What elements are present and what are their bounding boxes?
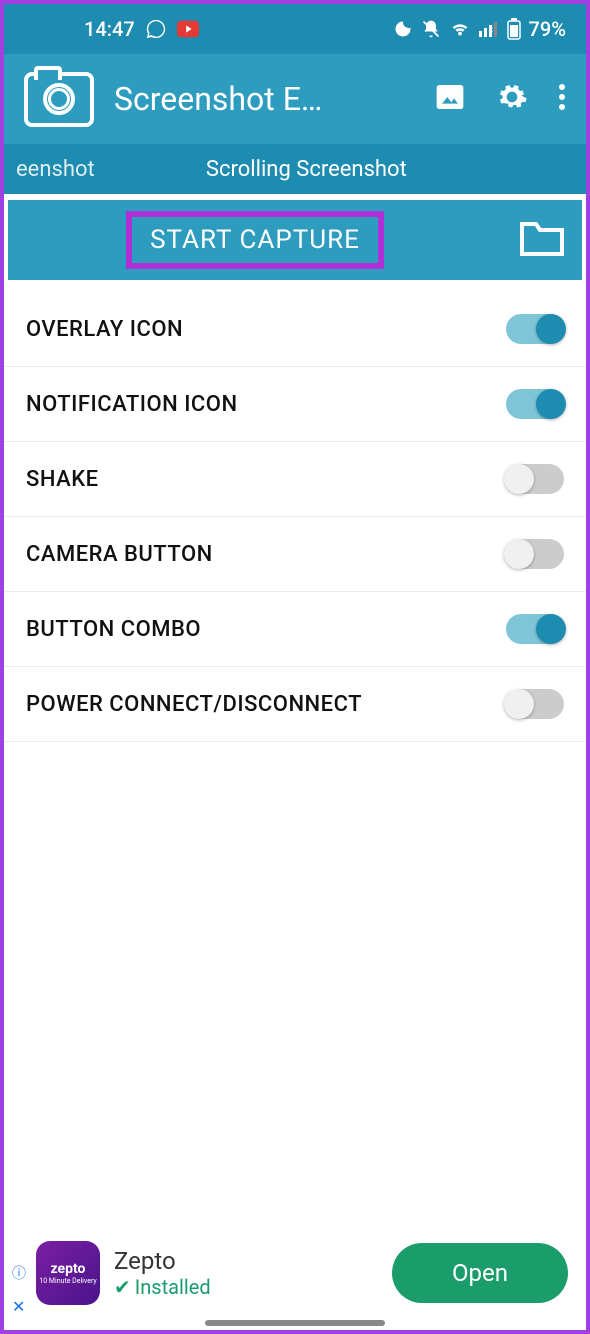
start-capture-label: START CAPTURE (150, 225, 360, 255)
ad-open-button[interactable]: Open (392, 1243, 568, 1303)
wifi-icon (449, 20, 471, 38)
start-capture-button[interactable]: START CAPTURE (8, 200, 502, 280)
setting-label: CAMERA BUTTON (26, 542, 213, 567)
app-title: Screenshot E… (114, 80, 414, 118)
ad-brand: zepto (51, 1261, 86, 1277)
setting-button-combo[interactable]: BUTTON COMBO (4, 592, 586, 667)
check-icon: ✔ (114, 1275, 131, 1299)
tab-screenshot[interactable]: eenshot (4, 157, 107, 182)
moon-icon (393, 19, 413, 39)
toggle-shake[interactable] (506, 464, 564, 494)
youtube-icon (177, 20, 199, 38)
status-time: 14:47 (84, 17, 135, 41)
signal-icon: x (479, 21, 499, 37)
status-bar: 14:47 x 79% (4, 4, 586, 54)
ad-app-icon[interactable]: zepto 10 Minute Delivery (36, 1241, 100, 1305)
ad-brand-sub: 10 Minute Delivery (39, 1277, 96, 1285)
svg-text:x: x (489, 25, 493, 34)
battery-percent: 79% (529, 17, 566, 41)
ad-info-icon[interactable]: ⓘ (12, 1263, 26, 1283)
setting-power-connect[interactable]: POWER CONNECT/DISCONNECT (4, 667, 586, 742)
setting-shake[interactable]: SHAKE (4, 442, 586, 517)
bell-off-icon (421, 19, 441, 39)
toggle-camera-button[interactable] (506, 539, 564, 569)
more-icon[interactable] (558, 81, 566, 117)
gear-icon[interactable] (496, 81, 528, 117)
app-bar: Screenshot E… (4, 54, 586, 144)
toggle-power-connect[interactable] (506, 689, 564, 719)
ad-banner: ⓘ ✕ zepto 10 Minute Delivery Zepto ✔ Ins… (8, 1228, 582, 1318)
app-logo-icon (24, 72, 94, 127)
folder-button[interactable] (502, 222, 582, 258)
ad-close-icon[interactable]: ✕ (12, 1297, 25, 1316)
setting-label: OVERLAY ICON (26, 317, 183, 342)
ad-status: ✔ Installed (114, 1275, 378, 1299)
setting-camera-button[interactable]: CAMERA BUTTON (4, 517, 586, 592)
setting-notification-icon[interactable]: NOTIFICATION ICON (4, 367, 586, 442)
whatsapp-icon (145, 18, 167, 40)
ad-title: Zepto (114, 1247, 378, 1275)
home-indicator[interactable] (205, 1320, 385, 1326)
battery-icon (507, 18, 521, 40)
toggle-notification-icon[interactable] (506, 389, 564, 419)
capture-bar: START CAPTURE (8, 200, 582, 280)
toggle-button-combo[interactable] (506, 614, 564, 644)
gallery-icon[interactable] (434, 81, 466, 117)
tab-scrolling-screenshot[interactable]: Scrolling Screenshot (107, 157, 586, 182)
tabs: eenshot Scrolling Screenshot (4, 144, 586, 194)
setting-label: SHAKE (26, 467, 99, 492)
setting-overlay-icon[interactable]: OVERLAY ICON (4, 292, 586, 367)
setting-label: NOTIFICATION ICON (26, 392, 238, 417)
setting-label: POWER CONNECT/DISCONNECT (26, 692, 362, 717)
toggle-overlay-icon[interactable] (506, 314, 564, 344)
settings-list: OVERLAY ICON NOTIFICATION ICON SHAKE CAM… (4, 280, 586, 742)
setting-label: BUTTON COMBO (26, 617, 201, 642)
